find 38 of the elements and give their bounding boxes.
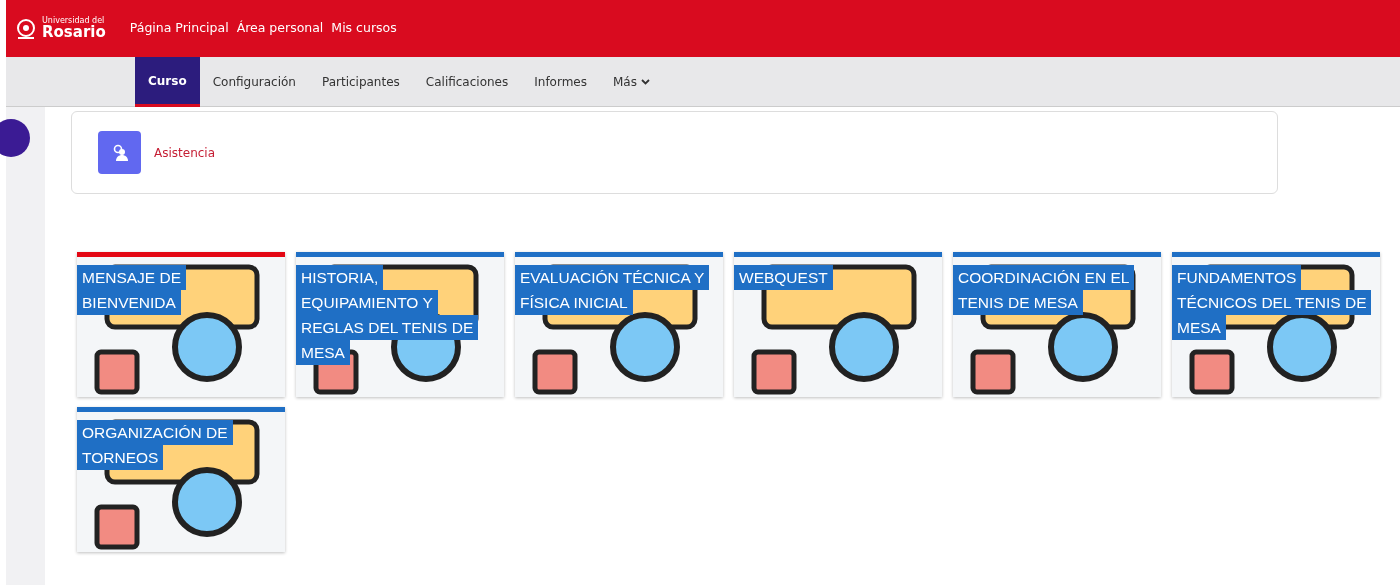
brand-name: Rosario — [42, 25, 106, 40]
section-tile[interactable]: MENSAJE DE BIENVENIDA — [77, 252, 285, 397]
top-nav-link[interactable]: Mis cursos — [331, 19, 397, 38]
course-tab[interactable]: Configuración — [199, 57, 309, 107]
course-tab[interactable]: Participantes — [308, 57, 413, 107]
section-title: FUNDAMENTOS — [1172, 265, 1302, 290]
course-tab[interactable]: Más — [600, 57, 663, 107]
section-title: REGLAS DEL TENIS DE — [296, 315, 479, 340]
section-title: TÉCNICOS DEL TENIS DE — [1172, 290, 1372, 315]
section-title: FÍSICA INICIAL — [515, 290, 633, 315]
course-tab[interactable]: Calificaciones — [412, 57, 522, 107]
section-title: COORDINACIÓN EN EL — [953, 265, 1135, 290]
course-tab[interactable]: Curso — [135, 57, 200, 107]
drawer-toggle-button[interactable] — [0, 119, 30, 157]
section-title: MESA — [1172, 315, 1226, 340]
activity-link[interactable]: Asistencia — [154, 143, 216, 162]
section-tile[interactable]: EVALUACIÓN TÉCNICA Y FÍSICA INICIAL — [515, 252, 723, 397]
section-title: MENSAJE DE — [77, 265, 187, 290]
brand-subtitle: Universidad del — [42, 17, 106, 25]
section-title: HISTORIA, — [296, 265, 384, 290]
attendance-icon — [98, 131, 141, 174]
course-tab[interactable]: Informes — [521, 57, 600, 107]
section-title: EQUIPAMIENTO Y — [296, 290, 438, 315]
section-title: BIENVENIDA — [77, 290, 181, 315]
section-title: WEBQUEST — [734, 265, 833, 290]
section-tile[interactable]: WEBQUEST — [734, 252, 942, 397]
crest-logo-icon — [14, 17, 38, 40]
section-title: TENIS DE MESA — [953, 290, 1083, 315]
section-tile[interactable]: FUNDAMENTOS TÉCNICOS DEL TENIS DE MESA — [1172, 252, 1380, 397]
section-title: MESA — [296, 340, 350, 365]
section-title: TORNEOS — [77, 445, 164, 470]
section-tile[interactable]: HISTORIA, EQUIPAMIENTO Y REGLAS DEL TENIS DE MESA — [296, 252, 504, 397]
top-nav-link[interactable]: Página Principal — [129, 19, 229, 38]
section-title: ORGANIZACIÓN DE — [77, 420, 233, 445]
top-nav-link[interactable]: Área personal — [236, 19, 324, 38]
section-tile[interactable]: COORDINACIÓN EN EL TENIS DE MESA — [953, 252, 1161, 397]
section-title: EVALUACIÓN TÉCNICA Y — [515, 265, 710, 290]
section-tile[interactable]: ORGANIZACIÓN DE TORNEOS — [77, 407, 285, 552]
